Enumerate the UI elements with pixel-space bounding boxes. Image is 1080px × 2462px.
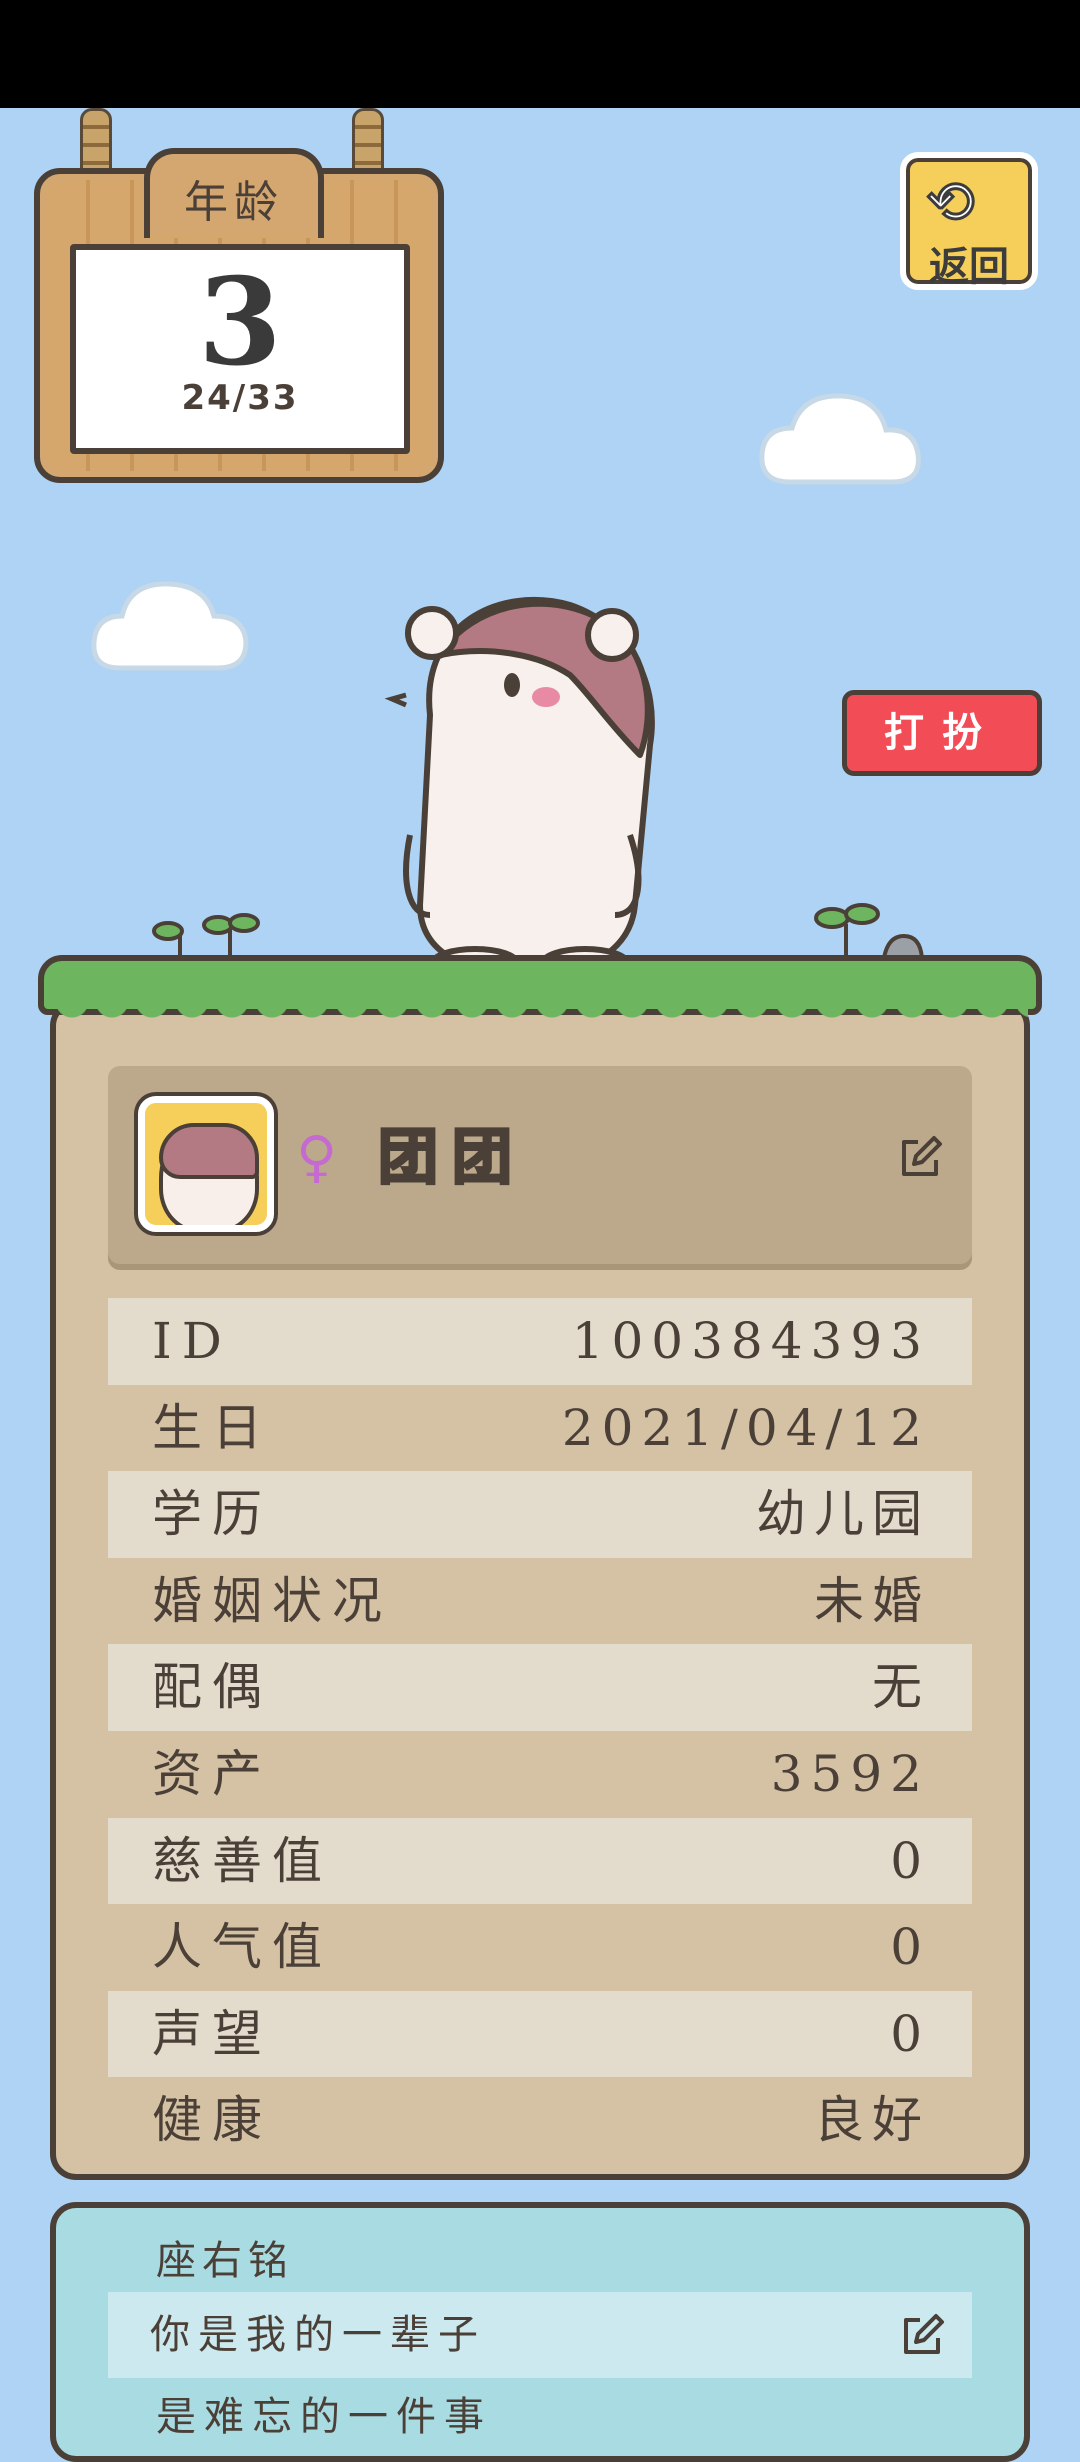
motto-line-1[interactable]: 你是我的一辈子 (108, 2292, 972, 2378)
info-value: 3592 (770, 1744, 930, 1803)
motto-title: 座右铭 (156, 2238, 294, 2284)
info-value: 幼儿园 (756, 1485, 930, 1544)
dress-up-button[interactable]: 打扮 (842, 690, 1042, 776)
motto-text-1: 你是我的一辈子 (150, 2312, 486, 2358)
info-value: 100384393 (571, 1312, 930, 1370)
avatar-spikes (159, 1123, 259, 1179)
name-card: ♀ 团团 (108, 1066, 972, 1264)
avatar[interactable] (138, 1096, 274, 1232)
info-key: 人气值 (152, 1918, 332, 1977)
back-button[interactable]: ⟲ 返回 (900, 152, 1038, 290)
motto-edit-icon[interactable] (898, 2312, 946, 2360)
sprout-rock-decoration (800, 900, 940, 960)
info-key: 声望 (152, 2004, 272, 2063)
motto-text-2: 是难忘的一件事 (156, 2394, 492, 2440)
info-row-birthday: 生日 2021/04/12 (108, 1385, 972, 1472)
info-key: 婚姻状况 (152, 1571, 392, 1630)
info-value: 0 (890, 1918, 930, 1977)
status-bar (0, 0, 1080, 108)
back-arrow-icon: ⟲ (925, 168, 977, 236)
back-button-label: 返回 (929, 244, 1009, 290)
info-key: 资产 (152, 1744, 272, 1803)
age-sign: 年龄 3 24/33 (34, 108, 454, 488)
info-row-charity: 慈善值 0 (108, 1817, 972, 1905)
info-key: 学历 (152, 1485, 272, 1544)
info-row-assets: 资产 3592 (108, 1731, 972, 1818)
info-rows: ID 100384393 生日 2021/04/12 学历 幼儿园 婚姻状况 未婚 配偶… (108, 1298, 972, 2164)
info-key: 配偶 (152, 1658, 272, 1717)
age-title: 年龄 (184, 177, 284, 228)
info-key: 生日 (152, 1398, 272, 1457)
info-row-reputation: 声望 0 (108, 1990, 972, 2078)
female-icon: ♀ (296, 1125, 338, 1190)
info-row-health: 健康 良好 (108, 2077, 972, 2164)
motto-card: 座右铭 你是我的一辈子 是难忘的一件事 (50, 2202, 1030, 2462)
info-key: 健康 (152, 2091, 272, 2150)
age-progress: 24/33 (181, 378, 299, 418)
info-value: 良好 (814, 2091, 930, 2150)
hedgehog-character[interactable] (380, 585, 700, 985)
info-value: 0 (890, 2004, 930, 2063)
info-row-marital: 婚姻状况 未婚 (108, 1558, 972, 1645)
grass-ledge (38, 955, 1042, 1023)
info-key: 慈善值 (152, 1831, 332, 1890)
info-value: 未婚 (814, 1571, 930, 1630)
info-row-education: 学历 幼儿园 (108, 1471, 972, 1558)
pet-name: 团团 (377, 1123, 526, 1193)
age-value: 3 (198, 252, 282, 393)
info-row-id: ID 100384393 (108, 1298, 972, 1385)
info-key: ID (152, 1312, 232, 1370)
info-row-popularity: 人气值 0 (108, 1904, 972, 1991)
info-row-spouse: 配偶 无 (108, 1644, 972, 1731)
info-value: 2021/04/12 (561, 1398, 930, 1457)
name-edit-icon[interactable] (896, 1134, 944, 1182)
info-value: 0 (890, 1831, 930, 1890)
info-value: 无 (872, 1658, 930, 1717)
